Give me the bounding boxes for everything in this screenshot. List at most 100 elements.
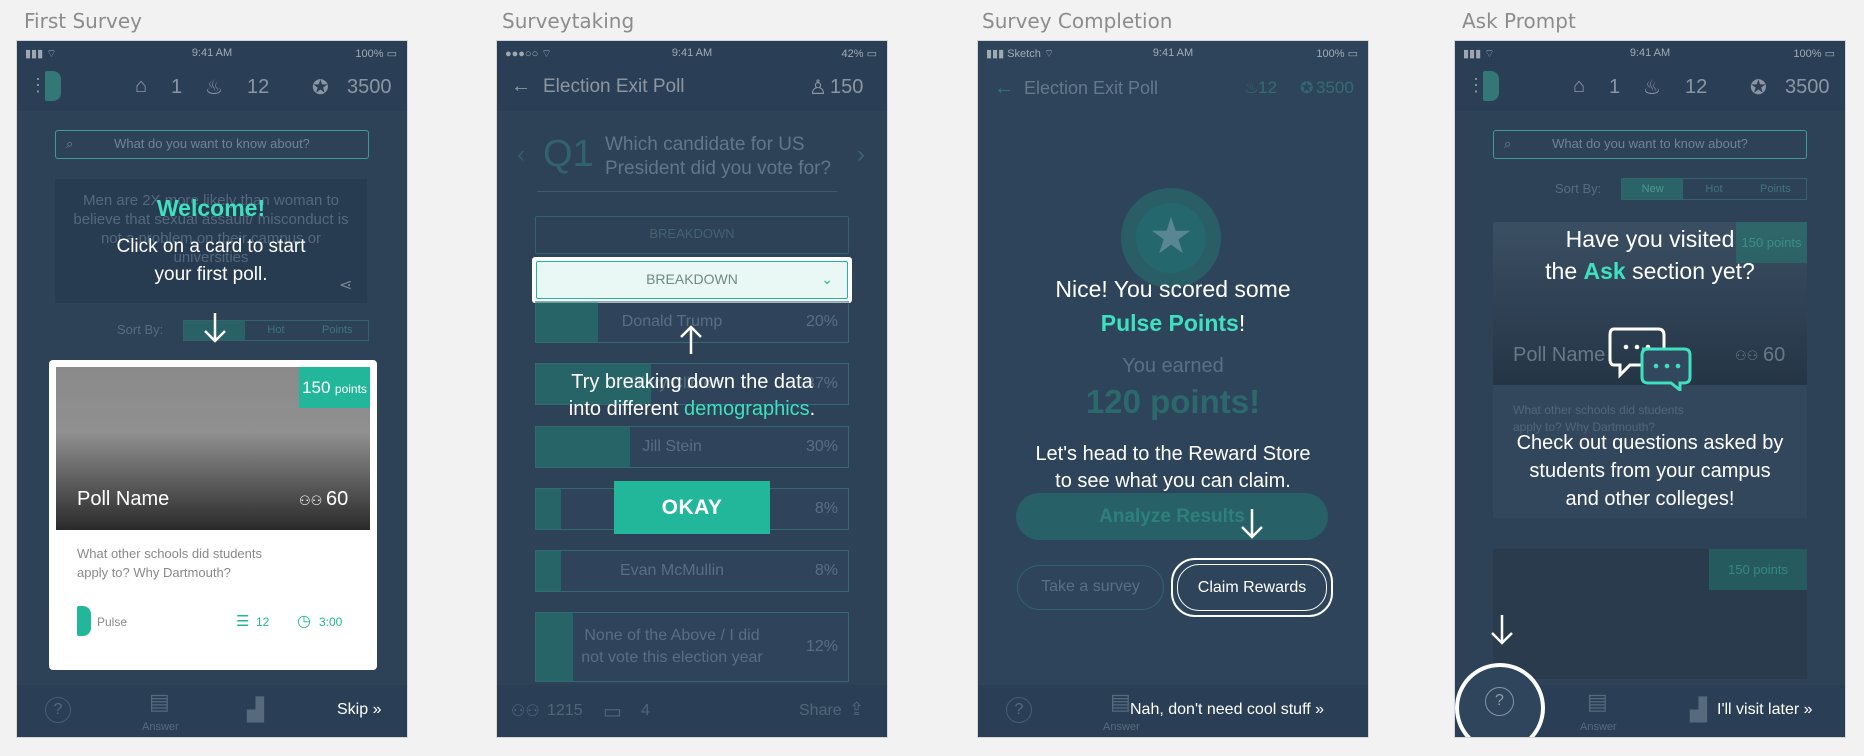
you-earned-label: You earned: [1122, 355, 1224, 377]
ask-icon[interactable]: ?: [1485, 687, 1514, 716]
bottom-bar: ⚇⚇ 1215 ▭ 4 Share ⇪: [497, 685, 887, 737]
chat-bubbles-icon: [1608, 327, 1692, 391]
status-bar: ●●●○○ ⌔ 9:41 AM 42% ▭: [497, 41, 887, 63]
visit-later-link[interactable]: I'll visit later »: [1717, 701, 1813, 719]
gift-icon[interactable]: ⌂: [135, 75, 147, 98]
answer-option[interactable]: Evan McMullin 8%: [535, 550, 849, 592]
frame-title-survey-completion: Survey Completion: [982, 9, 1173, 33]
poll-card[interactable]: 150 points Poll Name ⚇⚇ 60 What other sc…: [49, 360, 377, 670]
points-count: 3500: [1785, 76, 1830, 98]
background-poll-card-2: 150 points: [1493, 549, 1807, 679]
sort-by-label: Sort By:: [117, 322, 164, 337]
chart-icon[interactable]: ▟: [247, 697, 264, 723]
answer-label: None of the Above / I did not vote this e…: [581, 627, 763, 666]
phone-ask-prompt: ▮▮▮ ⌔ 9:41 AM 100% ▭ ⋮ ⌂ 1 ♨ 12 ✪ 3500 ⌕…: [1455, 41, 1845, 737]
search-input[interactable]: ⌕ What do you want to know about?: [55, 130, 369, 159]
header-title: Election Exit Poll: [1024, 78, 1159, 98]
participants-icon: ⚇⚇: [511, 703, 540, 720]
back-arrow-icon[interactable]: ←: [511, 75, 531, 98]
take-survey-button[interactable]: Take a survey: [1017, 565, 1164, 610]
sort-options[interactable]: New Hot Points: [1621, 178, 1807, 200]
battery-indicator: 100% ▭: [355, 48, 397, 60]
answer-option[interactable]: None of the Above / I did not vote this e…: [535, 612, 849, 682]
brand-name: Pulse: [97, 615, 128, 629]
bottom-nav: ? ▤ Answer ▟ Skip »: [17, 685, 407, 737]
answer-label: Donald Trump: [621, 313, 723, 330]
decline-link[interactable]: Nah, don't need cool stuff »: [1130, 701, 1324, 719]
search-input[interactable]: ⌕ What do you want to know about?: [1493, 130, 1807, 159]
answer-icon[interactable]: ▤: [1587, 689, 1608, 715]
analyze-results-button[interactable]: Analyze Results: [1016, 493, 1328, 540]
gift-count: 1: [1609, 76, 1621, 98]
award-icon: ✪: [1750, 77, 1767, 99]
answer-label: Evan McMullin: [619, 562, 725, 579]
next-question-icon[interactable]: ›: [857, 141, 865, 169]
battery-indicator: 100% ▭: [1316, 48, 1358, 60]
status-bar: ▮▮▮ ⌔ 9:41 AM 100% ▭: [1455, 41, 1845, 63]
ask-prompt-description: Check out questions asked by students fr…: [1516, 432, 1784, 510]
arrow-down-icon: [204, 313, 226, 343]
frame-title-ask-prompt: Ask Prompt: [1462, 9, 1576, 33]
answer-icon[interactable]: ▤: [1110, 689, 1131, 715]
participant-count: 60: [326, 488, 349, 510]
flame-icon: ♨: [205, 77, 223, 99]
pulse-logo: [45, 71, 61, 101]
phone-survey-completion: ▮▮▮ Sketch ⌔ 9:41 AM 100% ▭ ← Election E…: [978, 41, 1368, 737]
arrow-down-icon: [1491, 615, 1513, 645]
answer-label: Answer: [1103, 721, 1140, 733]
answer-option[interactable]: Jill Stein 30%: [535, 426, 849, 468]
question-text: Which candidate for US President did you…: [605, 134, 832, 179]
phone-first-survey: ▮▮▮ ⌔ 9:41 AM 100% ▭ ⋮ ⌂ 1 ♨ 12 ✪ 3500 ⌕…: [17, 41, 407, 737]
score-message: Nice! You scored some Pulse Points!: [1055, 276, 1291, 336]
sort-by-label: Sort By:: [1555, 181, 1602, 196]
answer-percent: 12%: [805, 638, 838, 655]
back-arrow-icon[interactable]: ←: [994, 77, 1014, 100]
sort-points[interactable]: Points: [1745, 179, 1806, 199]
status-bar: ▮▮▮ ⌔ 9:41 AM 100% ▭: [17, 41, 407, 63]
earned-points: 120 points!: [1085, 383, 1261, 420]
points-badge: 150 points: [299, 367, 370, 408]
arrow-up-icon: [680, 325, 702, 354]
share-icon[interactable]: ⇪: [849, 699, 864, 720]
share-label[interactable]: Share: [799, 702, 842, 720]
breakdown-tip: Try breaking down the data into differen…: [568, 371, 816, 420]
battery-indicator: 100% ▭: [1793, 48, 1835, 60]
divider: [537, 191, 837, 192]
gift-icon[interactable]: ⌂: [1573, 75, 1585, 98]
status-time: 9:41 AM: [1629, 47, 1671, 59]
prev-question-icon[interactable]: ‹: [517, 141, 525, 169]
sort-points[interactable]: Points: [307, 321, 368, 340]
question-count: 12: [256, 615, 270, 629]
top-bar: ← Election Exit Poll ♨ 12 ✪ 3500: [978, 63, 1368, 113]
comment-icon[interactable]: ▭: [603, 699, 622, 724]
breakdown-dropdown[interactable]: BREAKDOWN ⌄: [532, 257, 852, 303]
status-time: 9:41 AM: [191, 47, 233, 59]
welcome-line-1: Click on a card to start: [116, 236, 306, 257]
pulse-logo: [1483, 71, 1499, 101]
sort-new[interactable]: New: [1622, 179, 1684, 199]
reward-message: Let's head to the Reward Store to see wh…: [1035, 443, 1311, 492]
claim-rewards-button[interactable]: Claim Rewards: [1171, 558, 1333, 617]
chart-icon[interactable]: ▟: [1690, 697, 1707, 723]
flame-icon: ♨: [1643, 77, 1661, 99]
okay-button[interactable]: OKAY: [614, 481, 770, 534]
gift-count: 1: [171, 76, 183, 98]
streak-count: 12: [1685, 76, 1708, 98]
top-bar: ← Election Exit Poll ♙ 150: [497, 63, 887, 111]
ask-icon[interactable]: ?: [1006, 697, 1032, 723]
search-icon: ⌕: [66, 136, 74, 151]
arrow-down-icon: [1241, 509, 1263, 539]
share-icon: ⋖: [339, 277, 353, 294]
award-icon: ✪: [1300, 80, 1314, 97]
duration: 3:00: [319, 615, 343, 629]
skip-button[interactable]: Skip »: [337, 701, 381, 719]
answer-percent: 30%: [805, 438, 838, 455]
sort-hot[interactable]: Hot: [1683, 179, 1744, 199]
ask-icon[interactable]: ?: [45, 697, 71, 723]
header-streak: 12: [1258, 78, 1277, 97]
status-time: 9:41 AM: [671, 47, 713, 59]
welcome-title: Welcome!: [156, 195, 266, 221]
participant-count: 1215: [547, 702, 583, 719]
answer-icon[interactable]: ▤: [149, 689, 170, 715]
sort-hot[interactable]: Hot: [245, 321, 306, 340]
